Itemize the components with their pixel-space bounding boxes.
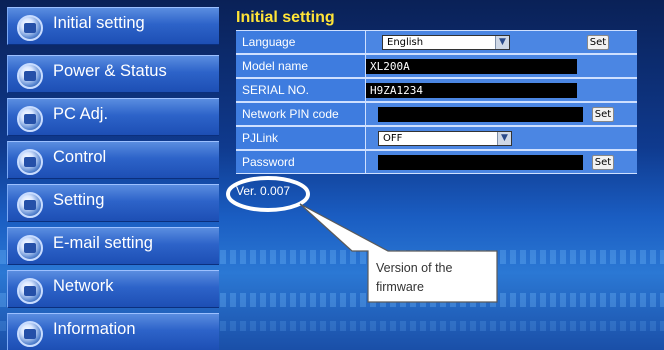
callout-line: firmware xyxy=(376,280,424,294)
callout-overlay xyxy=(226,176,498,303)
callout-line: Version of the xyxy=(376,261,453,275)
callout-text: Version of the firmware xyxy=(376,259,491,297)
callout-ring xyxy=(226,176,310,212)
page: Initial setting Power & Status PC Adj. C… xyxy=(0,0,664,350)
